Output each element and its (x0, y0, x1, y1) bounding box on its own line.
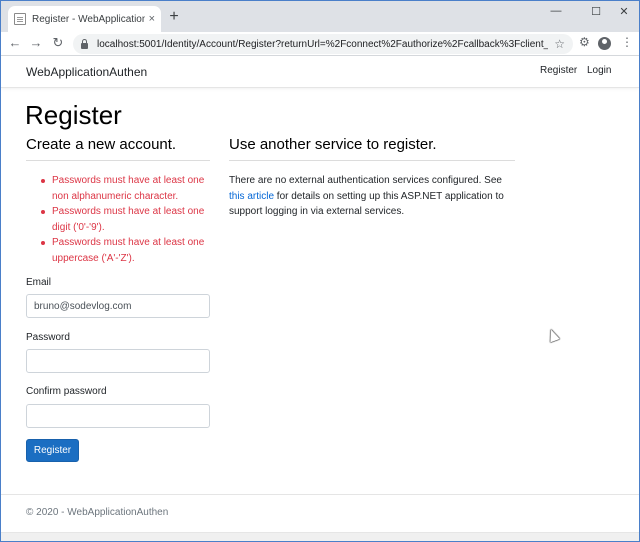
bookmark-star-icon[interactable]: ☆ (554, 37, 565, 51)
validation-error: Passwords must have at least one digit (… (41, 204, 221, 235)
email-label: Email (26, 277, 52, 288)
external-service-heading: Use another service to register. (229, 136, 437, 153)
browser-window: Register - WebApplicationAuthen × + — ☐ … (0, 0, 640, 542)
email-field[interactable] (26, 294, 210, 318)
app-navbar: WebApplicationAuthen Register Login (1, 57, 639, 88)
validation-error: Passwords must have at least one non alp… (41, 173, 221, 204)
horizontal-scrollbar[interactable] (1, 532, 639, 541)
profile-avatar[interactable] (598, 37, 611, 50)
right-divider (229, 160, 515, 161)
page-title: Register (25, 100, 122, 130)
page-footer: © 2020 - WebApplicationAuthen (1, 494, 639, 532)
page-viewport: WebApplicationAuthen Register Login Regi… (1, 57, 639, 541)
close-window-button[interactable]: ✕ (609, 5, 639, 18)
extensions-icon[interactable]: ⚙ (579, 35, 590, 49)
forward-button[interactable]: → (28, 35, 44, 50)
close-tab-icon[interactable]: × (149, 13, 155, 25)
browser-menu-icon[interactable]: ⋮ (621, 35, 633, 49)
tab-title: Register - WebApplicationAuthen (32, 13, 145, 25)
create-account-heading: Create a new account. (26, 136, 177, 153)
browser-toolbar: ← → ↻ localhost:5001/Identity/Account/Re… (1, 32, 639, 56)
external-text-part-1: There are no external authentication ser… (229, 175, 502, 186)
password-field[interactable] (26, 349, 210, 373)
minimize-button[interactable]: — (541, 5, 571, 17)
confirm-password-label: Confirm password (26, 386, 107, 397)
navbar-brand[interactable]: WebApplicationAuthen (26, 65, 147, 79)
url-text[interactable]: localhost:5001/Identity/Account/Register… (97, 39, 548, 50)
footer-copyright: © 2020 - WebApplicationAuthen (26, 507, 169, 518)
browser-tab[interactable]: Register - WebApplicationAuthen × (8, 6, 161, 32)
maximize-button[interactable]: ☐ (581, 5, 611, 18)
reload-button[interactable]: ↻ (50, 35, 66, 51)
new-tab-button[interactable]: + (166, 8, 182, 26)
validation-error: Passwords must have at least one upperca… (41, 235, 221, 266)
nav-login-link[interactable]: Login (587, 65, 611, 76)
external-services-text: There are no external authentication ser… (229, 173, 514, 220)
register-button[interactable]: Register (26, 439, 79, 462)
password-label: Password (26, 332, 70, 343)
nav-register-link[interactable]: Register (540, 65, 577, 76)
address-bar[interactable]: localhost:5001/Identity/Account/Register… (73, 34, 573, 54)
this-article-link[interactable]: this article (229, 191, 274, 202)
page-icon (14, 13, 26, 25)
validation-summary: Passwords must have at least one non alp… (41, 173, 221, 266)
title-bar: Register - WebApplicationAuthen × + — ☐ … (1, 1, 639, 32)
lock-icon (81, 38, 88, 49)
left-divider (26, 160, 210, 161)
confirm-password-field[interactable] (26, 404, 210, 428)
back-button[interactable]: ← (7, 35, 23, 50)
